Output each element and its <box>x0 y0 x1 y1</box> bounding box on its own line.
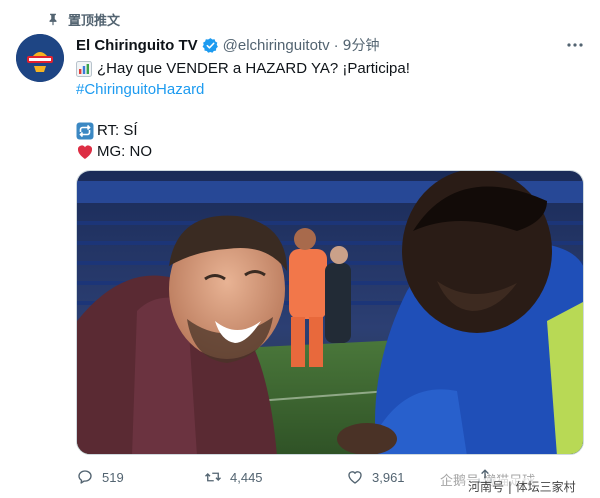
pinned-indicator: 置顶推文 <box>46 9 120 29</box>
like-count: 3,961 <box>372 469 405 485</box>
reply-icon <box>78 470 92 484</box>
retweet-count: 4,445 <box>230 469 263 485</box>
retweet-emoji-icon <box>76 122 94 139</box>
hashtag-link[interactable]: #ChiringuitoHazard <box>76 79 204 100</box>
red-heart-emoji-icon <box>77 144 93 159</box>
poll-option-rt: RT: SÍ <box>97 122 138 139</box>
pin-icon <box>49 13 57 26</box>
verified-badge-icon <box>202 37 218 53</box>
more-options-icon[interactable] <box>566 38 584 52</box>
poll-option-mg: MG: NO <box>97 143 152 160</box>
like-button[interactable]: 3,961 <box>346 468 405 486</box>
display-name[interactable]: El Chiringuito TV <box>76 37 198 54</box>
retweet-button[interactable]: 4,445 <box>204 468 263 486</box>
separator: · <box>333 36 339 54</box>
photo-hazard-celebration <box>77 171 583 454</box>
bar-chart-emoji-icon <box>76 60 92 77</box>
reply-button[interactable]: 519 <box>76 468 124 486</box>
tweet-text: ¿Hay que VENDER a HAZARD YA? ¡Participa!… <box>76 58 410 162</box>
tweet-media-image[interactable] <box>76 170 584 455</box>
heart-icon <box>348 471 362 484</box>
watermark-overlay-secondary: 河南号 | 体坛三家村 <box>466 478 578 495</box>
reply-count: 519 <box>102 469 124 485</box>
tweet-header: El Chiringuito TV @elchiringuitotv · 9分钟 <box>76 35 380 55</box>
pinned-label: 置顶推文 <box>68 13 121 29</box>
retweet-icon <box>205 472 221 482</box>
handle[interactable]: @elchiringuitotv <box>223 37 330 54</box>
avatar[interactable] <box>16 34 64 82</box>
tweet-question: ¿Hay que VENDER a HAZARD YA? ¡Participa! <box>97 60 410 77</box>
chiringuito-logo-icon <box>16 34 64 82</box>
timestamp[interactable]: 9分钟 <box>343 35 380 55</box>
